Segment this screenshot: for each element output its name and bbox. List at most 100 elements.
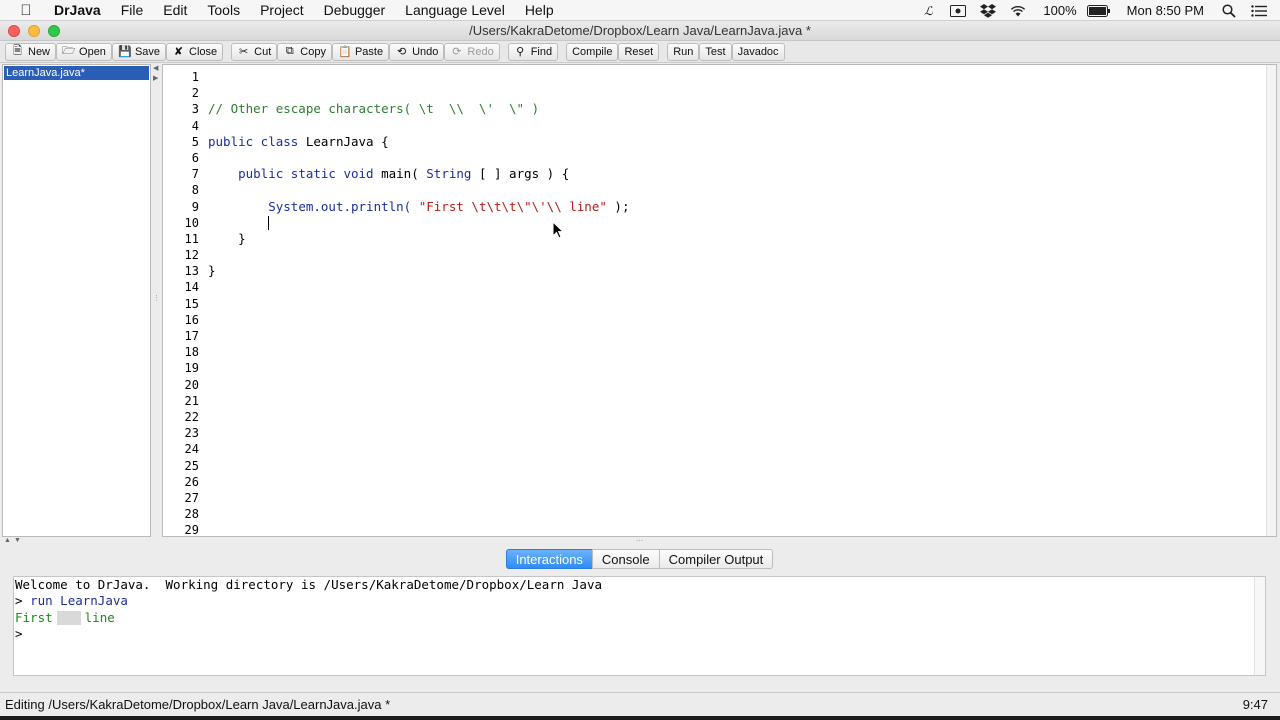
redo-button[interactable]: ⟳ Redo (444, 42, 500, 61)
find-button-label: Find (530, 45, 553, 58)
vertical-splitter[interactable]: ◀ ▶ ⋮ (151, 64, 161, 537)
line-number: 13 (184, 264, 199, 279)
code-area[interactable]: // Other escape characters( \t \\ \' \" … (208, 69, 1266, 279)
line-number-gutter: 1 2 3 4 5 6 7 8 9 10 11 12 13 14 15 16 1… (163, 69, 203, 536)
line-number: 2 (191, 86, 199, 101)
line-number: 25 (184, 458, 199, 473)
tab-console[interactable]: Console (591, 549, 660, 569)
welcome-message: Welcome to DrJava. Working directory is … (15, 577, 602, 592)
menu-file[interactable]: File (111, 2, 154, 18)
line-number: 15 (184, 296, 199, 311)
battery-icon[interactable] (1086, 4, 1111, 18)
test-button[interactable]: Test (699, 42, 732, 61)
javadoc-button-label: Javadoc (737, 45, 779, 58)
line-number: 8 (191, 183, 199, 198)
menu-debugger[interactable]: Debugger (314, 2, 396, 18)
interactions-vertical-scrollbar[interactable] (1254, 577, 1265, 675)
wifi-icon[interactable] (1009, 4, 1027, 18)
horizontal-splitter[interactable]: ▲ ▼ ⋯ (0, 537, 1280, 547)
line-number: 3 (191, 102, 199, 117)
screen-record-icon[interactable] (949, 4, 967, 18)
new-button-label: New (28, 45, 51, 58)
expand-right-icon[interactable]: ▶ (153, 74, 158, 82)
menu-clock[interactable]: Mon 8:50 PM (1127, 3, 1204, 18)
document-item-learnjava[interactable]: LearnJava.java* (4, 66, 149, 80)
compile-button[interactable]: Compile (566, 42, 619, 61)
line-number: 1 (191, 70, 199, 84)
save-icon: 💾 (117, 46, 132, 58)
input-prompt[interactable]: > (14, 626, 1265, 642)
save-button-label: Save (134, 45, 161, 58)
line-number: 4 (191, 118, 199, 133)
copy-button-label: Copy (300, 45, 326, 58)
javadoc-button[interactable]: Javadoc (731, 42, 785, 61)
find-button[interactable]: ⚲ Find (507, 42, 559, 61)
type-string: String (426, 166, 472, 182)
reset-button[interactable]: Reset (618, 42, 660, 61)
document-list: LearnJava.java* (2, 64, 151, 537)
main-toolbar: 🗎 New 🗁 Open 💾 Save ✘ Close ✂ Cut ⧉ Copy 📋 Past… (0, 41, 1280, 63)
line-number: 24 (184, 442, 199, 457)
code-line-11: } (208, 230, 246, 246)
spotlight-search-icon[interactable] (1220, 3, 1238, 18)
string-literal: "First \t\t\t\"\'\\ line" (418, 198, 607, 214)
menu-language-level[interactable]: Language Level (395, 2, 515, 18)
code-editor[interactable]: 1 2 3 4 5 6 7 8 9 10 11 12 13 14 15 16 1… (162, 64, 1277, 537)
menu-edit[interactable]: Edit (153, 2, 197, 18)
run-command: run LearnJava (30, 593, 128, 609)
scissors-icon: ✂ (239, 46, 249, 58)
undo-button[interactable]: ⟲ Undo (389, 42, 445, 61)
status-editing-path: Editing /Users/KakraDetome/Dropbox/Learn… (5, 697, 391, 712)
dropbox-icon[interactable] (979, 3, 997, 18)
interactions-pane[interactable]: Welcome to DrJava. Working directory is … (13, 576, 1266, 676)
menu-tools[interactable]: Tools (197, 2, 250, 18)
line-number: 5 (191, 134, 199, 149)
collapse-up-icon[interactable]: ▲ (4, 537, 11, 544)
window-title: /Users/KakraDetome/Dropbox/Learn Java/Le… (469, 23, 811, 38)
notification-center-icon[interactable] (1250, 4, 1268, 18)
window-bottom-edge (0, 716, 1280, 720)
new-file-icon: 🗎 (13, 45, 22, 57)
splitter-grip-icon: ⋮ (153, 295, 160, 302)
program-output-line: First line (14, 610, 1265, 626)
redo-icon: ⟳ (452, 46, 462, 58)
run-button[interactable]: Run (667, 42, 700, 61)
editor-vertical-scrollbar[interactable] (1266, 65, 1276, 536)
script-icon[interactable]: ℒ (919, 4, 937, 18)
line-number: 18 (184, 345, 199, 360)
tab-interactions[interactable]: Interactions (505, 549, 593, 569)
paste-button[interactable]: 📋 Paste (331, 42, 390, 61)
save-button[interactable]: 💾 Save (111, 42, 167, 61)
open-button-label: Open (79, 45, 106, 58)
method-params: [ ] args ) { (471, 166, 570, 182)
cursor-position: 9:47 (1242, 697, 1268, 712)
tab-compiler-output[interactable]: Compiler Output (658, 549, 774, 569)
copy-button[interactable]: ⧉ Copy (277, 42, 332, 61)
line-number: 14 (184, 280, 199, 295)
open-button[interactable]: 🗁 Open (56, 42, 112, 61)
new-button[interactable]: 🗎 New (5, 42, 57, 61)
collapse-left-icon[interactable]: ◀ (153, 64, 158, 72)
menu-help[interactable]: Help (515, 2, 564, 18)
menu-app-drjava[interactable]: DrJava (52, 2, 111, 18)
code-line-9: System.out.println( "First \t\t\t\"\'\\ … (208, 199, 1266, 215)
binoculars-icon: ⚲ (516, 46, 525, 58)
status-bar: Editing /Users/KakraDetome/Dropbox/Learn… (0, 692, 1280, 716)
expand-down-icon[interactable]: ▼ (14, 537, 21, 544)
apple-menu-icon[interactable]:  (0, 2, 52, 19)
close-button[interactable]: ✘ Close (166, 42, 224, 61)
code-line-10 (208, 215, 1266, 231)
menu-project[interactable]: Project (250, 2, 314, 18)
cut-button[interactable]: ✂ Cut (231, 42, 278, 61)
reset-button-label: Reset (624, 45, 654, 58)
line-number: 6 (191, 150, 199, 165)
